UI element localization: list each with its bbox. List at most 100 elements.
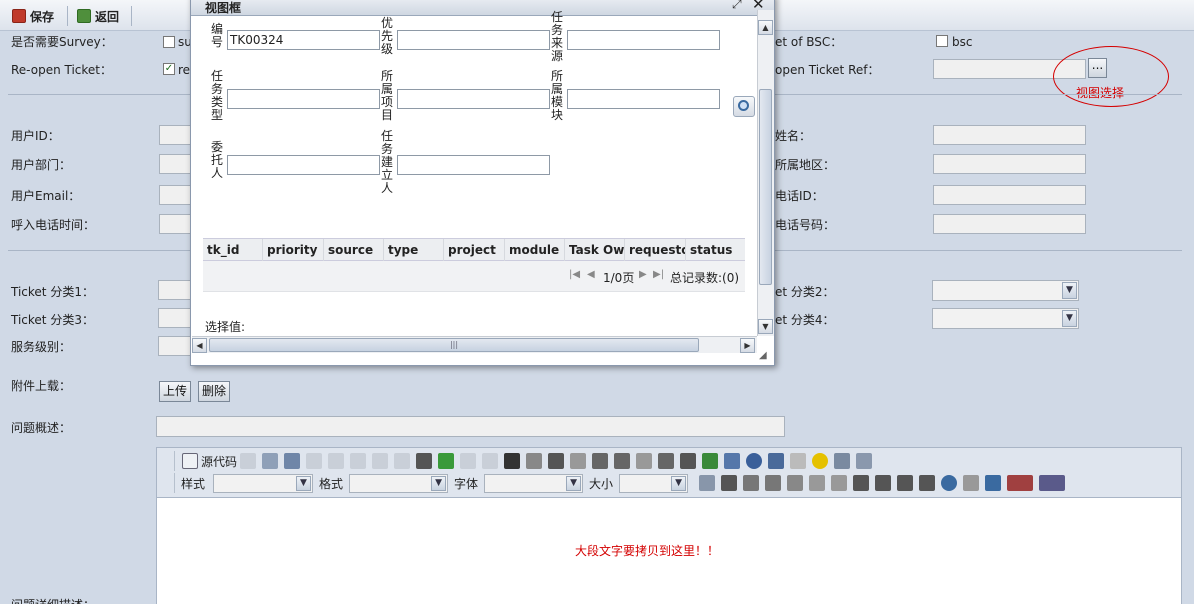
superscript-icon[interactable] xyxy=(831,475,848,491)
size-select[interactable]: ▼ xyxy=(619,473,689,493)
special-char-icon[interactable] xyxy=(834,453,851,469)
task-type-input[interactable] xyxy=(227,89,380,109)
paste-icon[interactable] xyxy=(350,453,367,469)
category3-select[interactable] xyxy=(158,308,191,328)
align-justify-icon[interactable] xyxy=(919,475,936,491)
undo-icon[interactable] xyxy=(460,453,477,469)
dialog-vertical-scrollbar[interactable]: ▲ ▼ xyxy=(757,10,774,336)
save-button[interactable]: 保存 xyxy=(12,7,54,25)
bold-icon[interactable] xyxy=(721,475,738,491)
source-button[interactable]: 源代码 xyxy=(179,453,237,470)
horizontal-scroll-thumb[interactable]: ||| xyxy=(209,338,699,352)
category4-select[interactable]: ▼ xyxy=(932,308,1079,329)
link-icon[interactable] xyxy=(941,475,958,491)
column-header-status[interactable]: status xyxy=(686,239,745,261)
anchor-icon[interactable] xyxy=(985,475,1002,491)
editor-content-area[interactable]: 大段文字要拷贝到这里！！ xyxy=(157,497,1181,604)
save-icon[interactable] xyxy=(240,453,257,469)
first-page-icon[interactable]: |◀ xyxy=(569,269,580,280)
task-no-input[interactable]: TK00324 xyxy=(227,30,380,50)
column-header-module[interactable]: module xyxy=(505,239,565,261)
creator-input[interactable] xyxy=(397,155,550,175)
subscript-icon[interactable] xyxy=(809,475,826,491)
source-input[interactable] xyxy=(567,30,720,50)
background-color-icon[interactable] xyxy=(1039,475,1066,491)
vertical-scroll-thumb[interactable] xyxy=(759,89,772,285)
column-header-project[interactable]: project xyxy=(444,239,505,261)
table-icon[interactable] xyxy=(768,453,785,469)
replace-icon[interactable] xyxy=(526,453,543,469)
div-icon[interactable] xyxy=(702,453,719,469)
phone-id-input[interactable] xyxy=(933,185,1086,205)
paste-text-icon[interactable] xyxy=(372,453,389,469)
align-left-icon[interactable] xyxy=(853,475,870,491)
category2-select[interactable]: ▼ xyxy=(932,280,1079,301)
image-icon[interactable] xyxy=(724,453,741,469)
delete-button[interactable]: 删除 xyxy=(198,381,231,402)
user-id-input[interactable] xyxy=(159,125,191,145)
align-center-icon[interactable] xyxy=(875,475,892,491)
project-input[interactable] xyxy=(397,89,550,109)
last-page-icon[interactable]: ▶| xyxy=(653,269,664,280)
user-name-input[interactable] xyxy=(933,125,1086,145)
align-right-icon[interactable] xyxy=(897,475,914,491)
prev-page-icon[interactable]: ◀ xyxy=(587,269,595,280)
scroll-up-icon[interactable]: ▲ xyxy=(758,20,773,35)
scroll-right-icon[interactable]: ▶ xyxy=(740,338,755,353)
module-input[interactable] xyxy=(567,89,720,109)
outdent-icon[interactable] xyxy=(636,453,653,469)
find-icon[interactable] xyxy=(504,453,521,469)
preview-icon[interactable] xyxy=(262,453,279,469)
redo-icon[interactable] xyxy=(482,453,499,469)
back-button[interactable]: 返回 xyxy=(77,7,119,25)
paste-word-icon[interactable] xyxy=(394,453,411,469)
template-icon[interactable] xyxy=(284,453,301,469)
font-select[interactable]: ▼ xyxy=(484,473,584,493)
category1-select[interactable] xyxy=(158,280,191,300)
upload-button[interactable]: 上传 xyxy=(159,381,192,402)
call-time-input[interactable] xyxy=(159,214,191,234)
dialog-horizontal-scrollbar[interactable]: ◀ ||| ▶ xyxy=(192,336,757,353)
column-header-task-owner[interactable]: Task Own xyxy=(565,239,625,261)
scroll-down-icon[interactable]: ▼ xyxy=(758,319,773,334)
column-header-requestor[interactable]: requestor xyxy=(625,239,686,261)
blockquote-icon[interactable] xyxy=(680,453,697,469)
bsc-checkbox[interactable] xyxy=(936,35,948,47)
bulleted-list-icon[interactable] xyxy=(614,453,631,469)
format-select[interactable]: ▼ xyxy=(349,473,449,493)
cut-icon[interactable] xyxy=(306,453,323,469)
column-header-tk-id[interactable]: tk_id xyxy=(203,239,263,261)
spellcheck-icon[interactable] xyxy=(438,453,455,469)
search-button[interactable] xyxy=(733,96,755,117)
service-level-select[interactable] xyxy=(158,336,191,356)
italic-icon[interactable] xyxy=(743,475,760,491)
smiley-icon[interactable] xyxy=(812,453,829,469)
priority-input[interactable] xyxy=(397,30,550,50)
remove-format-icon[interactable] xyxy=(570,453,587,469)
delegate-input[interactable] xyxy=(227,155,380,175)
numbered-list-icon[interactable] xyxy=(592,453,609,469)
survey-checkbox[interactable] xyxy=(163,36,175,48)
horizontal-rule-icon[interactable] xyxy=(790,453,807,469)
user-dept-input[interactable] xyxy=(159,154,191,174)
phone-number-input[interactable] xyxy=(933,214,1086,234)
select-all-icon[interactable] xyxy=(548,453,565,469)
page-break-icon[interactable] xyxy=(856,453,873,469)
reopen-checkbox[interactable]: ✓ xyxy=(163,63,175,75)
maximize-icon[interactable] xyxy=(699,475,716,491)
flash-icon[interactable] xyxy=(746,453,763,469)
copy-icon[interactable] xyxy=(328,453,345,469)
resize-grip-icon[interactable]: ◢ xyxy=(759,351,771,363)
strikethrough-icon[interactable] xyxy=(787,475,804,491)
column-header-source[interactable]: source xyxy=(324,239,384,261)
column-header-priority[interactable]: priority xyxy=(263,239,324,261)
unlink-icon[interactable] xyxy=(963,475,980,491)
underline-icon[interactable] xyxy=(765,475,782,491)
style-select[interactable]: ▼ xyxy=(213,473,314,493)
indent-icon[interactable] xyxy=(658,453,675,469)
user-region-input[interactable] xyxy=(933,154,1086,174)
summary-input[interactable] xyxy=(156,416,785,437)
column-header-type[interactable]: type xyxy=(384,239,444,261)
scroll-left-icon[interactable]: ◀ xyxy=(192,338,207,353)
text-color-icon[interactable] xyxy=(1007,475,1034,491)
